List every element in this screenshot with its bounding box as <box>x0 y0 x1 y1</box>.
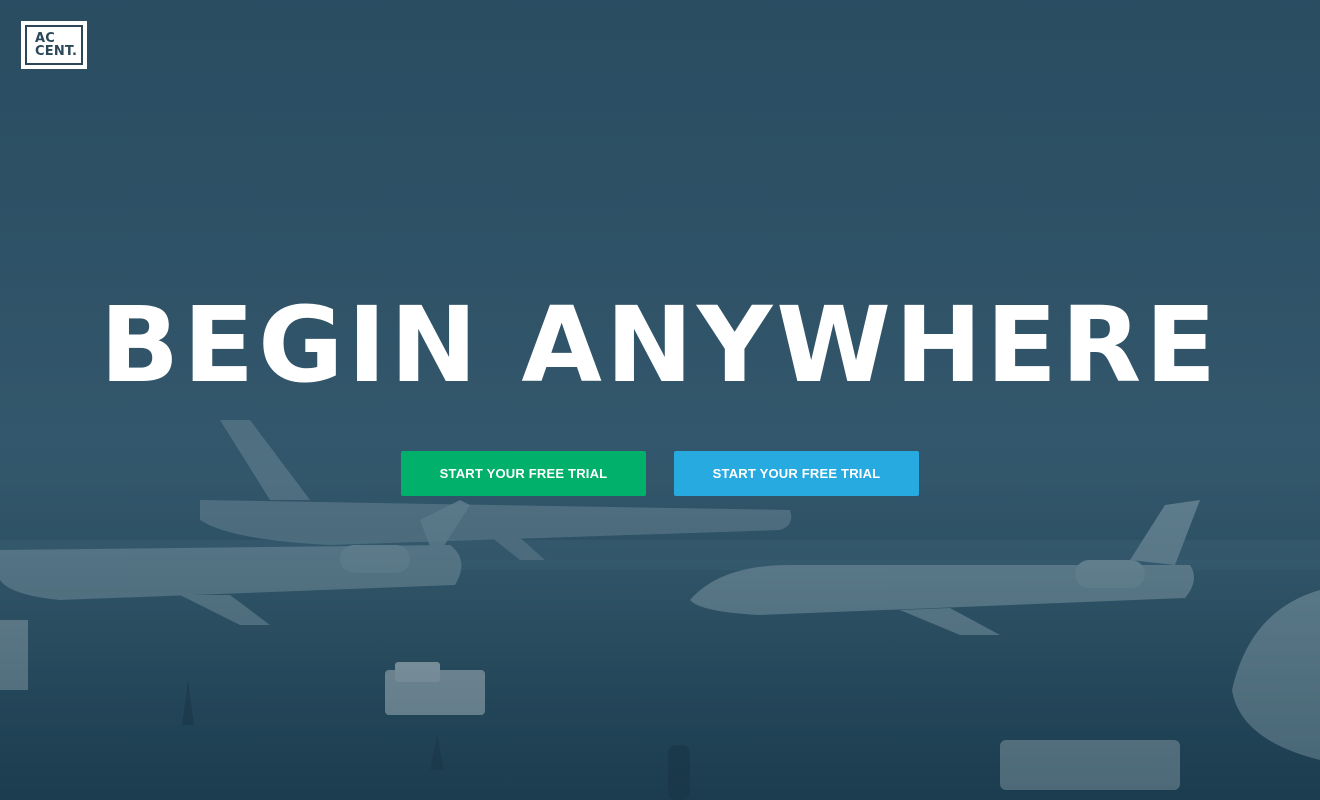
logo-frame: AC CENT. <box>25 25 83 65</box>
start-free-trial-button-green[interactable]: START YOUR FREE TRIAL <box>401 451 646 496</box>
accent-logo[interactable]: AC CENT. <box>21 21 87 69</box>
hero-headline: BEGIN ANYWHERE <box>99 284 1221 406</box>
logo-text-line-2: CENT. <box>35 44 78 59</box>
start-free-trial-button-blue[interactable]: START YOUR FREE TRIAL <box>674 451 919 496</box>
cta-button-group: START YOUR FREE TRIAL START YOUR FREE TR… <box>0 451 1320 496</box>
